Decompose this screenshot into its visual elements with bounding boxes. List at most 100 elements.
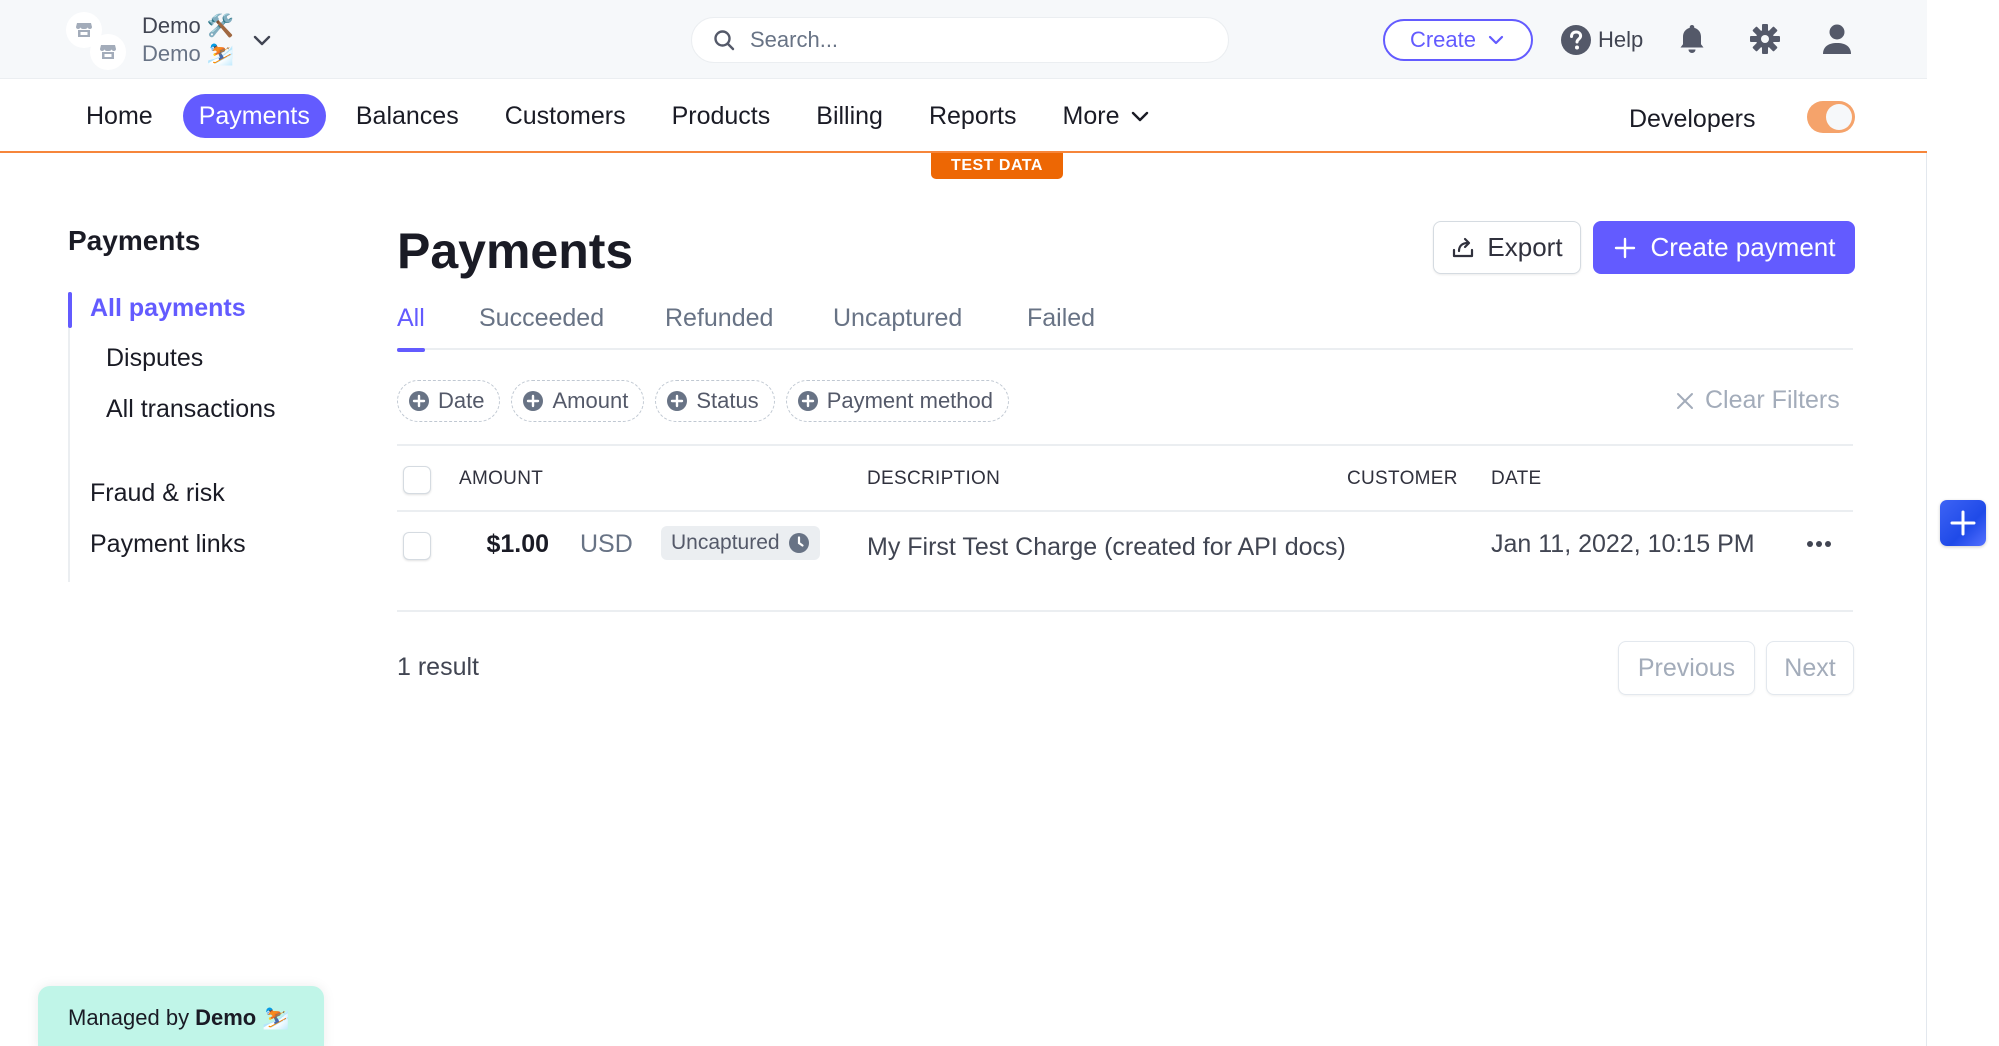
account-switcher[interactable]: Demo 🛠️ Demo ⛷️ bbox=[66, 12, 274, 70]
sidebar-item-all-payments[interactable]: All payments bbox=[90, 294, 246, 323]
status-label: Uncaptured bbox=[671, 531, 780, 554]
nav-item-home[interactable]: Home bbox=[70, 94, 169, 138]
result-count: 1 result bbox=[397, 653, 479, 681]
nav-item-label: More bbox=[1062, 102, 1120, 130]
filter-label: Payment method bbox=[826, 388, 993, 413]
column-header-description[interactable]: DESCRIPTION bbox=[867, 468, 1000, 490]
tab-failed[interactable]: Failed bbox=[1027, 300, 1095, 350]
export-button[interactable]: Export bbox=[1433, 221, 1581, 274]
chevron-down-icon bbox=[254, 35, 271, 46]
filter-label: Status bbox=[696, 388, 759, 413]
clear-filters-button[interactable]: Clear Filters bbox=[1675, 386, 1840, 415]
managed-prefix: Managed by bbox=[68, 1005, 190, 1030]
test-mode-toggle[interactable] bbox=[1807, 101, 1855, 133]
nav-item-balances[interactable]: Balances bbox=[340, 94, 475, 138]
top-bar: Demo 🛠️ Demo ⛷️ Create Help bbox=[0, 0, 1927, 79]
skier-emoji-icon: ⛷️ bbox=[206, 41, 235, 66]
account-primary-name: Demo bbox=[142, 13, 201, 38]
page-title: Payments bbox=[397, 223, 634, 279]
sidebar-item-all-transactions[interactable]: All transactions bbox=[106, 395, 276, 424]
nav-item-label: Reports bbox=[928, 102, 1017, 130]
table-header: AMOUNT DESCRIPTION CUSTOMER DATE bbox=[397, 444, 1853, 512]
nav-item-label: Payments bbox=[198, 102, 310, 130]
column-header-amount[interactable]: AMOUNT bbox=[459, 468, 543, 490]
skier-emoji-icon: ⛷️ bbox=[262, 1005, 290, 1030]
plus-circle-icon bbox=[667, 391, 688, 411]
managed-name: Demo bbox=[195, 1005, 257, 1030]
nav-item-products[interactable]: Products bbox=[656, 94, 787, 138]
chevron-down-icon bbox=[1132, 111, 1149, 122]
nav-items: Home Payments Balances Customers Product… bbox=[70, 94, 1167, 138]
test-data-badge: TEST DATA bbox=[931, 153, 1063, 179]
tab-all[interactable]: All bbox=[397, 300, 425, 352]
filter-date[interactable]: Date bbox=[397, 380, 501, 422]
tab-succeeded[interactable]: Succeeded bbox=[479, 300, 604, 350]
clear-filters-label: Clear Filters bbox=[1705, 386, 1840, 414]
nav-item-label: Billing bbox=[816, 102, 883, 130]
filter-label: Date bbox=[438, 388, 485, 413]
sidebar-item-fraud-risk[interactable]: Fraud & risk bbox=[90, 479, 225, 508]
account-avatars bbox=[66, 12, 126, 70]
create-label: Create bbox=[1409, 27, 1477, 52]
user-icon bbox=[1823, 24, 1851, 54]
payment-amount: $1.00 bbox=[486, 530, 549, 558]
search-input[interactable] bbox=[750, 27, 1190, 53]
managed-by-banner: Managed by Demo ⛷️ bbox=[38, 986, 324, 1046]
toggle-knob bbox=[1826, 104, 1852, 130]
search-bar[interactable] bbox=[691, 17, 1229, 63]
plus-circle-icon bbox=[523, 391, 544, 411]
bell-icon bbox=[1680, 25, 1704, 53]
tab-refunded[interactable]: Refunded bbox=[665, 300, 773, 350]
help-circle-icon bbox=[1561, 25, 1591, 55]
help-label: Help bbox=[1598, 27, 1644, 52]
payment-description: My First Test Charge (created for API do… bbox=[867, 533, 1346, 561]
filter-payment-method[interactable]: Payment method bbox=[785, 380, 1009, 422]
payment-currency: USD bbox=[580, 530, 633, 558]
filter-bar: Date Amount Status Payment method bbox=[397, 380, 1009, 422]
nav-item-customers[interactable]: Customers bbox=[489, 94, 642, 138]
filter-status[interactable]: Status bbox=[655, 380, 775, 422]
select-all-checkbox[interactable] bbox=[403, 466, 431, 494]
export-icon bbox=[1453, 237, 1474, 257]
plus-circle-icon bbox=[797, 391, 818, 411]
plus-icon bbox=[1614, 237, 1635, 258]
sidebar-nav: All payments Disputes All transactions F… bbox=[68, 292, 348, 582]
developers-link[interactable]: Developers bbox=[1629, 105, 1755, 134]
row-actions-button[interactable] bbox=[1801, 532, 1837, 556]
previous-page-button[interactable]: Previous bbox=[1618, 641, 1755, 695]
store-icon bbox=[90, 34, 126, 70]
profile-button[interactable] bbox=[1820, 22, 1854, 56]
create-menu-button[interactable]: Create bbox=[1383, 19, 1533, 61]
nav-item-label: Products bbox=[671, 102, 771, 130]
nav-item-label: Customers bbox=[504, 102, 626, 130]
tab-uncaptured[interactable]: Uncaptured bbox=[833, 300, 962, 350]
sidebar-item-disputes[interactable]: Disputes bbox=[106, 344, 203, 373]
nav-item-label: Home bbox=[86, 102, 153, 130]
nav-item-reports[interactable]: Reports bbox=[913, 94, 1033, 138]
notifications-button[interactable] bbox=[1675, 22, 1709, 56]
status-tabs: All Succeeded Refunded Uncaptured Failed bbox=[397, 300, 1853, 352]
nav-item-billing[interactable]: Billing bbox=[800, 94, 899, 138]
main-nav: Home Payments Balances Customers Product… bbox=[0, 79, 1927, 153]
sidebar-item-payment-links[interactable]: Payment links bbox=[90, 530, 246, 559]
next-page-button[interactable]: Next bbox=[1766, 641, 1854, 695]
plus-icon bbox=[1950, 510, 1976, 536]
account-names: Demo 🛠️ Demo ⛷️ bbox=[142, 12, 234, 68]
payment-date: Jan 11, 2022, 10:15 PM bbox=[1491, 530, 1755, 558]
dashboard-app: Demo 🛠️ Demo ⛷️ Create Help bbox=[0, 0, 1927, 1046]
account-secondary-name: Demo bbox=[142, 41, 201, 66]
filter-amount[interactable]: Amount bbox=[511, 380, 645, 422]
row-checkbox[interactable] bbox=[403, 532, 431, 560]
create-payment-button[interactable]: Create payment bbox=[1593, 221, 1855, 274]
settings-button[interactable] bbox=[1748, 22, 1782, 56]
help-button[interactable]: Help bbox=[1560, 22, 1643, 58]
column-header-customer[interactable]: CUSTOMER bbox=[1347, 468, 1458, 490]
search-icon bbox=[714, 30, 735, 51]
add-extension-button[interactable] bbox=[1940, 500, 1986, 546]
table-row[interactable]: $1.00 USD Uncaptured My First Test Charg… bbox=[397, 512, 1853, 612]
column-header-date[interactable]: DATE bbox=[1491, 468, 1541, 490]
chevron-down-icon bbox=[1488, 35, 1504, 45]
nav-item-payments[interactable]: Payments bbox=[182, 94, 326, 138]
nav-item-more[interactable]: More bbox=[1047, 94, 1168, 138]
export-label: Export bbox=[1487, 232, 1563, 262]
